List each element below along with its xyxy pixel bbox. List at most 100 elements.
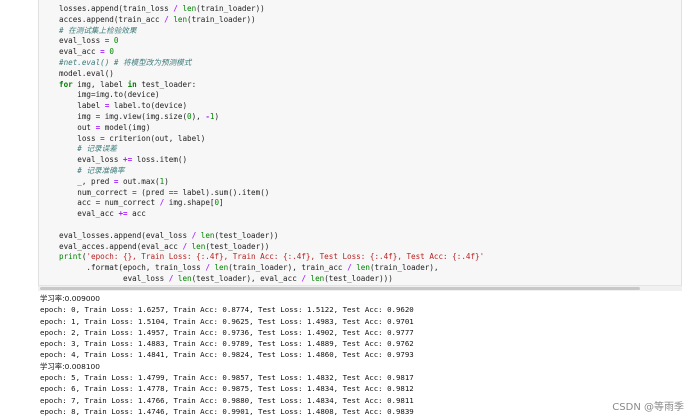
code-token: len xyxy=(200,230,215,240)
code-token: # 记录误差 xyxy=(77,144,117,154)
code-line: eval_acc += acc xyxy=(59,209,484,220)
learning-rate-line: 学习率:0.008100 xyxy=(40,361,100,371)
code-token: acc xyxy=(59,198,96,208)
code-token: (test_loader)) xyxy=(214,230,279,240)
code-token: ] xyxy=(219,198,224,208)
code-token: (pred xyxy=(136,187,169,197)
code-token: acc xyxy=(127,209,146,219)
scrollbar-thumb[interactable] xyxy=(40,287,640,290)
code-token: test_loader: xyxy=(136,79,197,89)
epoch-log-line: epoch: 4, Train Loss: 1.4841, Train Acc:… xyxy=(40,350,414,360)
code-token: # 记录准确率 xyxy=(77,165,125,175)
code-line: num_correct = (pred == label).sum().item… xyxy=(59,188,484,199)
code-cell[interactable]: losses.append(train_loss / len(train_loa… xyxy=(38,0,682,288)
code-token: num_correct xyxy=(59,187,133,197)
code-token: label xyxy=(59,101,105,111)
code-token: img xyxy=(59,111,96,121)
code-line: print('epoch: {}, Train Loss: {:.4f}, Tr… xyxy=(59,252,484,263)
code-token: ) xyxy=(214,111,220,121)
code-token: out xyxy=(59,122,96,132)
epoch-log-line: epoch: 0, Train Loss: 1.6257, Train Acc:… xyxy=(40,305,414,315)
epoch-log-line: epoch: 8, Train Loss: 1.4746, Train Acc:… xyxy=(40,406,414,416)
code-token: ) xyxy=(164,176,169,186)
code-token: img.to(device) xyxy=(95,90,160,100)
code-token: len xyxy=(182,4,197,13)
code-token: img.shape[ xyxy=(164,198,215,208)
code-token: len xyxy=(191,241,206,251)
code-line: #net.eval() # 将模型改为预测模式 xyxy=(59,58,484,69)
epoch-log-line: epoch: 7, Train Loss: 1.4766, Train Acc:… xyxy=(40,395,414,405)
code-token: (test_loader))) xyxy=(324,273,393,283)
code-token: in xyxy=(127,79,137,89)
code-line: img=img.to(device) xyxy=(59,90,484,101)
code-line: loss = criterion(out, label) xyxy=(59,134,484,145)
epoch-log-line: epoch: 6, Train Loss: 1.4778, Train Acc:… xyxy=(40,384,414,394)
code-token: acces.append(train_acc xyxy=(59,14,165,24)
code-line: # 在测试集上检验效果 xyxy=(59,26,484,37)
code-token: len xyxy=(214,263,229,273)
code-line: img = img.view(img.size(0), -1) xyxy=(59,112,484,123)
code-token: eval_loss xyxy=(59,273,169,283)
code-token: model.eval() xyxy=(59,68,114,78)
code-token: img, label xyxy=(72,79,128,89)
epoch-log-line: epoch: 3, Train Loss: 1.4883, Train Acc:… xyxy=(40,339,414,349)
code-line: eval_loss += loss.item() xyxy=(59,155,484,166)
code-line: losses.append(train_loss / len(train_loa… xyxy=(59,4,484,15)
code-token: _, pred xyxy=(59,176,114,186)
code-token: += xyxy=(123,155,133,165)
code-token: eval_loss xyxy=(59,155,124,165)
code-token: eval_acces.append(eval_acc xyxy=(59,241,183,251)
code-line: acces.append(train_acc / len(train_loade… xyxy=(59,15,484,26)
code-token: eval_acc xyxy=(59,209,119,219)
code-token: num_correct xyxy=(100,198,160,208)
code-token: (test_loader), eval_acc xyxy=(191,273,302,283)
code-token: label).sum().item() xyxy=(177,187,270,197)
epoch-log-line: epoch: 5, Train Loss: 1.4799, Train Acc:… xyxy=(40,373,414,383)
code-line: acc = num_correct / img.shape[0] xyxy=(59,198,484,209)
code-token: print xyxy=(59,252,82,262)
code-token: ), xyxy=(191,111,206,121)
code-token: loss xyxy=(59,133,101,143)
code-token: len xyxy=(356,263,370,273)
cell-output: 学习率:0.009000 epoch: 0, Train Loss: 1.6257… xyxy=(40,293,414,417)
code-token: label.to(device) xyxy=(109,101,188,111)
code-token: eval_acc xyxy=(59,47,101,57)
code-token: eval_loss xyxy=(59,36,105,46)
code-token: criterion(out, label) xyxy=(104,133,206,143)
epoch-log-line: epoch: 1, Train Loss: 1.5104, Train Acc:… xyxy=(40,316,414,326)
code-token: for xyxy=(59,79,73,89)
code-token: .format(epoch, train_loss xyxy=(59,263,206,273)
code-line: out = model(img) xyxy=(59,123,484,134)
code-line: eval_acc = 0 xyxy=(59,47,484,58)
code-line: _, pred = out.max(1) xyxy=(59,177,484,188)
code-token: == xyxy=(168,187,178,197)
code-token: (train_loader)) xyxy=(196,4,265,13)
code-line: eval_losses.append(eval_loss / len(test_… xyxy=(59,231,484,242)
code-token: len xyxy=(173,14,188,24)
code-token: model(img) xyxy=(100,122,151,132)
code-token: (test_loader)) xyxy=(205,241,270,251)
code-token: #net.eval() # 将模型改为预测模式 xyxy=(59,57,192,67)
code-line: for img, label in test_loader: xyxy=(59,80,484,91)
code-editor[interactable]: losses.append(train_loss / len(train_loa… xyxy=(59,4,484,285)
code-line: # 记录误差 xyxy=(59,144,484,155)
learning-rate-line: 学习率:0.009000 xyxy=(40,294,100,303)
code-token: 'epoch: {}, Train Loss: {:.4f}, Train Ac… xyxy=(86,252,485,262)
code-token: eval_losses.append(eval_loss xyxy=(59,230,192,240)
code-line: eval_loss = 0 xyxy=(59,36,484,47)
epoch-log-line: epoch: 2, Train Loss: 1.4957, Train Acc:… xyxy=(40,327,414,337)
code-line: model.eval() xyxy=(59,69,484,80)
code-token: img xyxy=(59,90,92,100)
code-token: len xyxy=(310,273,325,283)
code-token: 0 xyxy=(113,36,119,46)
code-token: out.max( xyxy=(118,176,160,186)
code-token: (train_loader), train_acc xyxy=(228,263,348,273)
code-token: # 在测试集上检验效果 xyxy=(59,25,137,35)
code-token: len xyxy=(177,273,192,283)
code-line: eval_acces.append(eval_acc / len(test_lo… xyxy=(59,242,484,253)
code-token: loss.item() xyxy=(132,155,188,165)
horizontal-scrollbar[interactable] xyxy=(38,285,682,291)
code-line: .format(epoch, train_loss / len(train_lo… xyxy=(59,263,484,274)
